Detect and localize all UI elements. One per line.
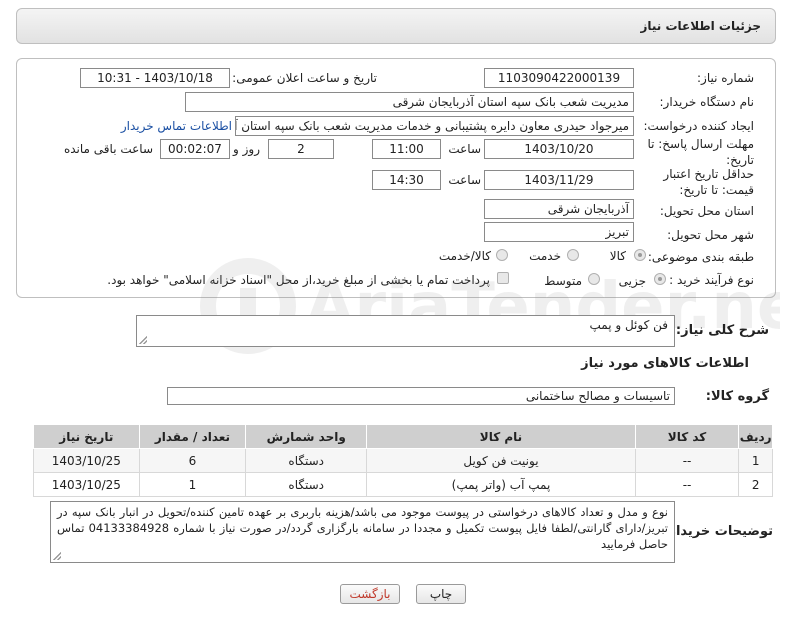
page-title: جزئیات اطلاعات نیاز — [640, 19, 761, 33]
need-number-label: شماره نیاز: — [697, 71, 754, 85]
purchase-minor-label: جزیی — [618, 274, 646, 288]
category-both-label: کالا/خدمت — [438, 249, 491, 263]
city-field: تبریز — [484, 222, 634, 242]
category-label: طبقه بندی موضوعی: — [647, 250, 754, 264]
goods-table: ردیف کد کالا نام کالا واحد شمارش تعداد /… — [33, 424, 773, 497]
goods-table-header: ردیف کد کالا نام کالا واحد شمارش تعداد /… — [33, 424, 773, 449]
cell-qty: 6 — [138, 448, 247, 473]
col-row: ردیف — [738, 424, 773, 449]
cell-date: 1403/10/25 — [33, 472, 140, 497]
buyer-contact-link[interactable]: اطلاعات تماس خریدار — [121, 119, 232, 133]
cell-row: 2 — [738, 472, 773, 497]
cell-unit: دستگاه — [245, 472, 368, 497]
treasury-payment-note: پرداخت تمام یا بخشی از مبلغ خرید،از محل … — [107, 273, 490, 287]
category-service-radio[interactable] — [567, 249, 579, 261]
purchase-minor-radio[interactable] — [654, 273, 666, 285]
reply-time-field: 11:00 — [372, 139, 441, 159]
resize-grip-icon[interactable] — [139, 336, 147, 344]
reply-date-field: 1403/10/20 — [484, 139, 634, 159]
print-button[interactable]: چاپ — [416, 584, 466, 604]
days-label: روز و — [233, 142, 260, 156]
category-service-label: خدمت — [529, 249, 561, 263]
price-time-field: 14:30 — [372, 170, 441, 190]
need-number-field: 1103090422000139 — [484, 68, 634, 88]
purchase-type-label: نوع فرآیند خرید : — [669, 273, 754, 287]
price-date-field: 1403/11/29 — [484, 170, 634, 190]
col-name: نام کالا — [366, 424, 636, 449]
reply-time-label: ساعت — [448, 142, 481, 156]
col-unit: واحد شمارش — [245, 424, 368, 449]
category-both-radio[interactable] — [496, 249, 508, 261]
price-validity-label: حداقل تاریخ اعتبار قیمت: تا تاریخ: — [663, 167, 754, 197]
buyer-org-label: نام دستگاه خریدار: — [659, 95, 755, 109]
province-label: استان محل تحویل: — [659, 204, 754, 218]
summary-field: فن کوئل و پمپ — [136, 315, 675, 347]
cell-name: یونیت فن کویل — [366, 448, 636, 473]
remaining-time-field: 00:02:07 — [160, 139, 230, 159]
table-row: 2 -- پمپ آب (واتر پمپ) دستگاه 1 1403/10/… — [33, 472, 773, 497]
price-time-label: ساعت — [448, 173, 481, 187]
buyer-notes-label: توضیحات خریدار: — [663, 524, 773, 539]
reply-deadline-label: مهلت ارسال پاسخ: تا تاریخ: — [647, 137, 754, 167]
province-field: آذربایجان شرقی — [484, 199, 634, 219]
announce-field: 1403/10/18 - 10:31 — [80, 68, 230, 88]
summary-text: فن کوئل و پمپ — [589, 318, 668, 332]
back-button[interactable]: بازگشت — [340, 584, 400, 604]
creator-field: میرجواد حیدری معاون دایره پشتیبانی و خدم… — [235, 116, 634, 136]
col-qty: تعداد / مقدار — [138, 424, 247, 449]
purchase-medium-label: متوسط — [544, 274, 582, 288]
category-goods-label: کالا — [609, 249, 626, 263]
goods-section-title: اطلاعات کالاهای مورد نیاز — [581, 356, 749, 371]
buyer-notes-text: نوع و مدل و تعداد کالاهای درخواستی در پی… — [57, 505, 669, 551]
city-label: شهر محل تحویل: — [667, 228, 754, 242]
cell-row: 1 — [738, 448, 773, 473]
goods-group-field: تاسیسات و مصالح ساختمانی — [167, 387, 675, 405]
col-code: کد کالا — [634, 424, 740, 449]
buyer-org-field: مدیریت شعب بانک سپه استان آذربایجان شرقی — [185, 92, 634, 112]
treasury-payment-checkbox[interactable] — [497, 272, 509, 284]
cell-code: -- — [634, 448, 740, 473]
days-field: 2 — [268, 139, 334, 159]
col-date: تاریخ نیاز — [33, 424, 140, 449]
buyer-notes-field: نوع و مدل و تعداد کالاهای درخواستی در پی… — [50, 501, 675, 563]
cell-name: پمپ آب (واتر پمپ) — [366, 472, 636, 497]
cell-unit: دستگاه — [245, 448, 368, 473]
page-header: جزئیات اطلاعات نیاز — [16, 8, 776, 44]
remaining-label: ساعت باقی مانده — [63, 142, 153, 156]
cell-code: -- — [634, 472, 740, 497]
creator-label: ایجاد کننده درخواست: — [643, 119, 754, 133]
summary-label: شرح کلی نیاز: — [675, 323, 769, 338]
goods-group-label: گروه کالا: — [705, 389, 769, 404]
resize-grip-icon[interactable] — [53, 552, 61, 560]
cell-qty: 1 — [138, 472, 247, 497]
table-row: 1 -- یونیت فن کویل دستگاه 6 1403/10/25 — [33, 448, 773, 473]
cell-date: 1403/10/25 — [33, 448, 140, 473]
category-goods-radio[interactable] — [634, 249, 646, 261]
announce-label: تاریخ و ساعت اعلان عمومی: — [232, 71, 377, 85]
purchase-medium-radio[interactable] — [588, 273, 600, 285]
